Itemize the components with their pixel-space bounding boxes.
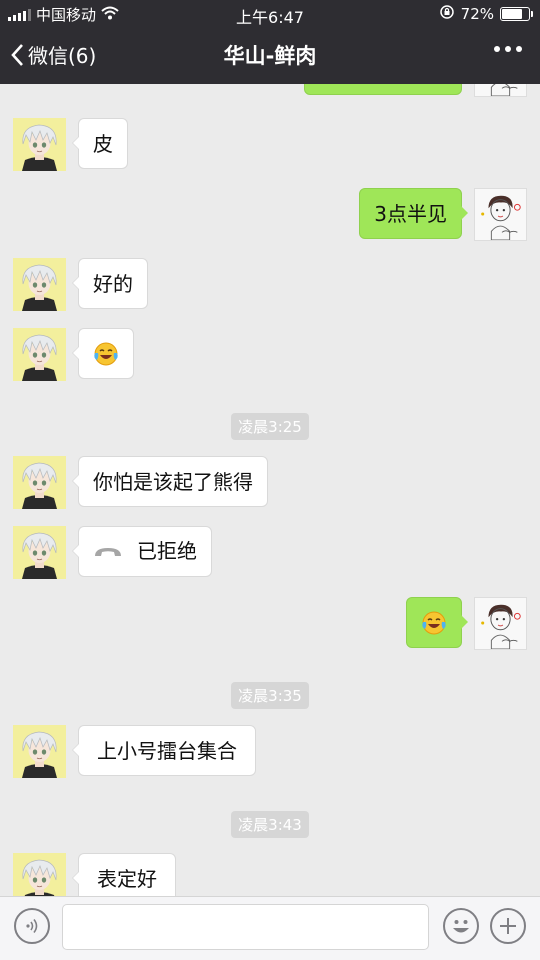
- voice-input-button[interactable]: [14, 908, 50, 944]
- message-incoming: 上小号擂台集合: [13, 725, 256, 778]
- battery-percent: 72%: [460, 5, 494, 23]
- avatar[interactable]: [13, 118, 66, 171]
- message-input[interactable]: [62, 904, 429, 950]
- message-text: 你怕是该起了熊得: [93, 470, 253, 494]
- input-bar: [0, 896, 540, 960]
- nav-bar: 微信(6) 华山-鲜肉: [0, 28, 540, 84]
- add-button[interactable]: [490, 908, 526, 944]
- avatar[interactable]: [13, 328, 66, 381]
- battery-icon: [500, 7, 533, 21]
- avatar[interactable]: [474, 84, 527, 97]
- message-bubble[interactable]: 3点半见: [359, 188, 468, 239]
- avatar[interactable]: [13, 725, 66, 778]
- message-incoming: 皮: [13, 118, 128, 171]
- timestamp: 凌晨3:25: [0, 413, 540, 440]
- emoji-icon: [453, 920, 469, 933]
- timestamp: 凌晨3:43: [0, 811, 540, 838]
- back-button[interactable]: 微信(6): [10, 40, 96, 69]
- message-incoming: 表定好: [13, 853, 176, 896]
- phone-declined-icon: [95, 547, 121, 556]
- orientation-lock-icon: [439, 4, 455, 24]
- message-bubble[interactable]: 表定好: [72, 853, 176, 896]
- face-with-tears-of-joy-icon: [93, 341, 119, 367]
- status-bar: 中国移动 上午6:47 72%: [0, 0, 540, 28]
- message-text: 上小号擂台集合: [97, 739, 237, 763]
- battery-fill: [502, 9, 523, 19]
- message-bubble[interactable]: 你怕是该起了熊得: [72, 456, 268, 507]
- avatar[interactable]: [474, 188, 527, 241]
- message-outgoing: [406, 597, 527, 650]
- chevron-left-icon: [11, 43, 23, 66]
- more-dots-icon: [494, 46, 522, 52]
- avatar[interactable]: [13, 526, 66, 579]
- avatar[interactable]: [13, 853, 66, 896]
- emoji-button[interactable]: [443, 908, 479, 944]
- avatar[interactable]: [13, 456, 66, 509]
- voice-input-icon: [26, 919, 38, 933]
- more-button[interactable]: [494, 46, 522, 52]
- message-bubble[interactable]: 皮: [72, 118, 128, 169]
- message-text: 3点半见: [374, 202, 447, 226]
- message-bubble[interactable]: [72, 328, 134, 379]
- header: 中国移动 上午6:47 72% 微信(6) 华山-鲜肉: [0, 0, 540, 84]
- message-incoming: [13, 328, 134, 381]
- message-text: 表定好: [97, 867, 157, 891]
- face-with-tears-of-joy-icon: [421, 610, 447, 636]
- message-outgoing: 3点半见: [359, 188, 527, 241]
- message-incoming: 你怕是该起了熊得: [13, 456, 268, 509]
- timestamp: 凌晨3:35: [0, 682, 540, 709]
- plus-icon: [500, 918, 516, 934]
- message-bubble[interactable]: 上小号擂台集合: [72, 725, 256, 776]
- message-text: 好的: [93, 272, 133, 296]
- message-bubble[interactable]: [406, 597, 468, 648]
- message-bubble[interactable]: [304, 84, 462, 95]
- message-incoming: 已拒绝: [13, 526, 212, 579]
- back-label: 微信(6): [28, 44, 97, 68]
- chat-area[interactable]: 皮 3点半见 好的 凌晨3:25 你怕是该起了熊得 已拒绝 凌晨3:35 上小号…: [0, 84, 540, 896]
- message-outgoing-partial: [304, 84, 527, 97]
- message-text: 已拒绝: [137, 539, 197, 563]
- avatar[interactable]: [474, 597, 527, 650]
- message-text: 皮: [93, 132, 113, 156]
- avatar[interactable]: [13, 258, 66, 311]
- call-record-bubble[interactable]: 已拒绝: [72, 526, 212, 577]
- message-bubble[interactable]: 好的: [72, 258, 148, 309]
- message-incoming: 好的: [13, 258, 148, 311]
